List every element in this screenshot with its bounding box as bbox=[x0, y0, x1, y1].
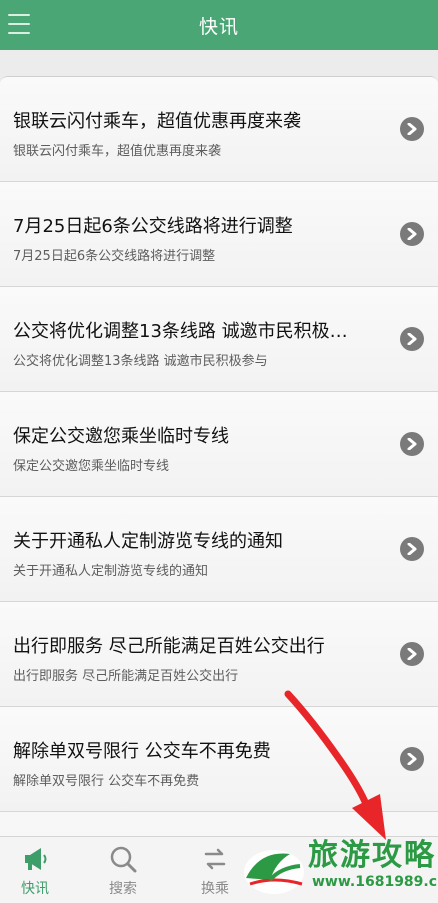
news-subtitle: 保定公交邀您乘坐临时专线 bbox=[13, 459, 170, 474]
news-title: 公交将优化调整13条线路 诚邀市民积极… bbox=[13, 321, 348, 342]
transfer-icon bbox=[204, 848, 226, 870]
menu-icon[interactable] bbox=[8, 14, 30, 34]
news-subtitle: 解除单双号限行 公交车不再免费 bbox=[13, 774, 200, 789]
megaphone-icon bbox=[25, 848, 47, 870]
news-item[interactable]: 解除单双号限行 公交车不再免费 解除单双号限行 公交车不再免费 bbox=[0, 707, 438, 812]
tab-search-label: 搜索 bbox=[109, 881, 137, 897]
tab-news-label: 快讯 bbox=[21, 881, 49, 897]
news-list: 银联云闪付乘车，超值优惠再度来袭 银联云闪付乘车，超值优惠再度来袭 7月25日起… bbox=[0, 76, 438, 836]
news-title: 保定公交邀您乘坐临时专线 bbox=[13, 426, 229, 447]
watermark: 旅游攻略 www.1681989.cn bbox=[232, 828, 438, 903]
news-item[interactable]: 银联云闪付乘车，超值优惠再度来袭 银联云闪付乘车，超值优惠再度来袭 bbox=[0, 77, 438, 182]
news-subtitle: 公交将优化调整13条线路 诚邀市民积极参与 bbox=[13, 354, 268, 369]
chevron-right-icon[interactable] bbox=[400, 432, 424, 456]
app-header: 快讯 bbox=[0, 0, 438, 50]
news-item[interactable]: 关于开通私人定制游览专线的通知 关于开通私人定制游览专线的通知 bbox=[0, 497, 438, 602]
tab-news[interactable]: 快讯 bbox=[0, 845, 70, 901]
chevron-right-icon[interactable] bbox=[400, 537, 424, 561]
news-title: 出行即服务 尽己所能满足百姓公交出行 bbox=[13, 636, 325, 657]
news-item[interactable]: 公交将优化调整13条线路 诚邀市民积极… 公交将优化调整13条线路 诚邀市民积极… bbox=[0, 287, 438, 392]
news-item[interactable]: 7月25日起6条公交线路将进行调整 7月25日起6条公交线路将进行调整 bbox=[0, 182, 438, 287]
watermark-url: www.1681989.cn bbox=[312, 874, 438, 890]
news-title: 银联云闪付乘车，超值优惠再度来袭 bbox=[13, 111, 301, 132]
chevron-right-icon[interactable] bbox=[400, 642, 424, 666]
news-subtitle: 出行即服务 尽己所能满足百姓公交出行 bbox=[13, 669, 239, 684]
watermark-logo-icon bbox=[244, 850, 304, 894]
search-icon bbox=[110, 846, 137, 873]
news-title: 解除单双号限行 公交车不再免费 bbox=[13, 741, 271, 762]
news-subtitle: 关于开通私人定制游览专线的通知 bbox=[13, 564, 209, 579]
chevron-right-icon[interactable] bbox=[400, 117, 424, 141]
news-subtitle: 7月25日起6条公交线路将进行调整 bbox=[13, 249, 216, 264]
news-title: 7月25日起6条公交线路将进行调整 bbox=[13, 216, 293, 237]
news-item[interactable]: 保定公交邀您乘坐临时专线 保定公交邀您乘坐临时专线 bbox=[0, 392, 438, 497]
news-subtitle: 银联云闪付乘车，超值优惠再度来袭 bbox=[13, 144, 222, 159]
news-item[interactable]: 出行即服务 尽己所能满足百姓公交出行 出行即服务 尽己所能满足百姓公交出行 bbox=[0, 602, 438, 707]
tab-search[interactable]: 搜索 bbox=[88, 845, 158, 901]
page-title: 快讯 bbox=[198, 15, 239, 38]
chevron-right-icon[interactable] bbox=[400, 747, 424, 771]
news-title: 关于开通私人定制游览专线的通知 bbox=[13, 531, 283, 552]
chevron-right-icon[interactable] bbox=[400, 222, 424, 246]
chevron-right-icon[interactable] bbox=[400, 327, 424, 351]
watermark-title: 旅游攻略 bbox=[308, 838, 436, 873]
